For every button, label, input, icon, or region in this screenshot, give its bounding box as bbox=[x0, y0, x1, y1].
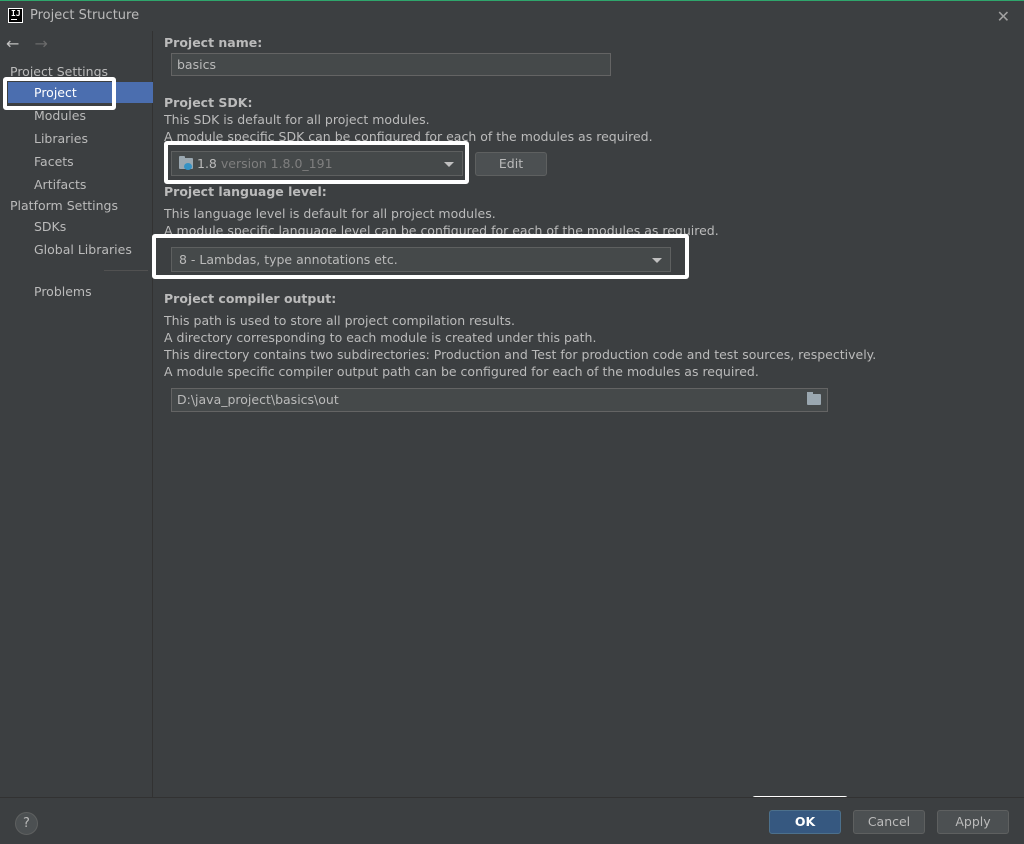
sdk-version-text: version 1.8.0_191 bbox=[220, 156, 333, 171]
sidebar-item-global-libraries[interactable]: Global Libraries bbox=[0, 239, 153, 260]
forward-arrow-icon[interactable]: → bbox=[35, 34, 48, 53]
compiler-output-description-1: This path is used to store all project c… bbox=[164, 313, 515, 328]
language-level-description-1: This language level is default for all p… bbox=[164, 206, 496, 221]
help-button[interactable]: ? bbox=[15, 812, 38, 835]
project-name-label: Project name: bbox=[164, 35, 263, 50]
project-settings-panel: Project name: basics Project SDK: This S… bbox=[154, 31, 1024, 797]
compiler-output-label: Project compiler output: bbox=[164, 291, 337, 306]
sidebar-item-artifacts[interactable]: Artifacts bbox=[0, 174, 153, 195]
browse-folder-icon[interactable] bbox=[807, 392, 821, 405]
sdk-combobox[interactable]: 1.8 version 1.8.0_191 bbox=[171, 151, 463, 176]
project-settings-header: Project Settings bbox=[10, 64, 109, 79]
apply-button[interactable]: Apply bbox=[937, 810, 1009, 834]
compiler-output-description-2: A directory corresponding to each module… bbox=[164, 330, 597, 345]
language-level-description-2: A module specific language level can be … bbox=[164, 223, 719, 238]
sidebar-item-problems[interactable]: Problems bbox=[0, 281, 153, 302]
chevron-down-icon bbox=[444, 162, 454, 167]
title-bar: IJ Project Structure ✕ bbox=[0, 0, 1024, 31]
sdk-selected-value: 1.8 bbox=[197, 156, 217, 171]
compiler-output-path-input[interactable]: D:\java_project\basics\out bbox=[171, 388, 828, 412]
sidebar-item-modules[interactable]: Modules bbox=[0, 105, 153, 126]
sdk-folder-icon bbox=[179, 156, 193, 170]
project-sdk-label: Project SDK: bbox=[164, 95, 253, 110]
language-level-label: Project language level: bbox=[164, 184, 327, 199]
sidebar-divider bbox=[104, 270, 148, 271]
sidebar: ← → Project Settings Project Modules Lib… bbox=[0, 31, 153, 797]
project-name-input[interactable]: basics bbox=[171, 53, 611, 76]
edit-sdk-button[interactable]: Edit bbox=[475, 152, 547, 176]
compiler-output-path-value: D:\java_project\basics\out bbox=[177, 392, 339, 407]
sidebar-item-libraries[interactable]: Libraries bbox=[0, 128, 153, 149]
close-icon[interactable]: ✕ bbox=[997, 7, 1010, 26]
chevron-down-icon bbox=[652, 258, 662, 263]
cancel-button[interactable]: Cancel bbox=[853, 810, 925, 834]
compiler-output-description-4: A module specific compiler output path c… bbox=[164, 364, 759, 379]
platform-settings-header: Platform Settings bbox=[10, 198, 118, 213]
back-arrow-icon[interactable]: ← bbox=[6, 34, 19, 53]
sdk-description-2: A module specific SDK can be configured … bbox=[164, 129, 653, 144]
compiler-output-description-3: This directory contains two subdirectori… bbox=[164, 347, 877, 362]
language-level-combobox[interactable]: 8 - Lambdas, type annotations etc. bbox=[171, 247, 671, 272]
sidebar-item-facets[interactable]: Facets bbox=[0, 151, 153, 172]
sidebar-item-sdks[interactable]: SDKs bbox=[0, 216, 153, 237]
dialog-footer: ? OK Cancel Apply bbox=[0, 797, 1024, 844]
language-level-selected-value: 8 - Lambdas, type annotations etc. bbox=[179, 252, 398, 267]
ok-button[interactable]: OK bbox=[769, 810, 841, 834]
nav-arrows: ← → bbox=[6, 34, 48, 53]
sidebar-item-project[interactable]: Project bbox=[8, 82, 153, 103]
intellij-logo-icon: IJ bbox=[8, 8, 23, 23]
sdk-description-1: This SDK is default for all project modu… bbox=[164, 112, 430, 127]
window-title: Project Structure bbox=[30, 8, 140, 23]
